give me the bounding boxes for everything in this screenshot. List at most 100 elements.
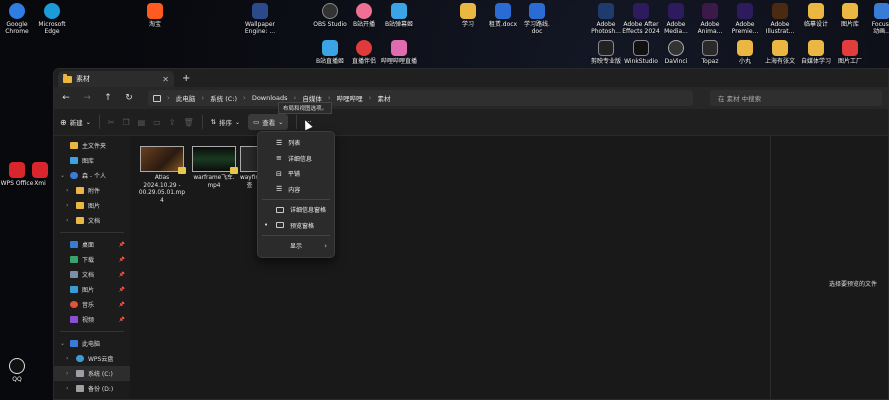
file-explorer-window: 素材 ✕ + ← → ↑ ↻ › 此电脑 › 系统 (C:) › Downloa… [53, 68, 889, 400]
desktop-icon-xmind[interactable]: Xmi [28, 162, 52, 187]
new-tab-button[interactable]: + [182, 73, 190, 84]
sidebar-item-label: 图片 [82, 287, 95, 294]
live-companion-icon [356, 40, 372, 56]
desktop-icon [70, 241, 78, 248]
menu-item-label: 列表 [288, 140, 301, 148]
folder-icon [63, 73, 72, 83]
close-tab-icon[interactable]: ✕ [162, 75, 169, 84]
desktop-icon-study-folder[interactable]: 学习 [448, 3, 488, 28]
back-button[interactable]: ← [60, 93, 72, 103]
menu-item-show[interactable]: 显示 › [258, 238, 334, 254]
preview-pane: 选择要预览的文件 [770, 136, 888, 399]
search-input[interactable]: 在 素材 中搜索 [710, 90, 882, 106]
cloud-icon [76, 355, 84, 362]
desktop-icon-qq[interactable]: QQ [0, 358, 37, 383]
pin-icon[interactable]: 📌 [119, 287, 125, 293]
pin-icon[interactable]: 📌 [119, 272, 125, 278]
breadcrumb-separator: › [243, 94, 246, 102]
share-icon[interactable]: ⇪ [169, 118, 176, 127]
up-button[interactable]: ↑ [102, 93, 114, 103]
menu-item-list[interactable]: ☰ 列表 [258, 135, 334, 151]
desktop-icon-bilibili-danmaku[interactable]: B站弹幕姬 [379, 3, 419, 28]
sort-button[interactable]: ⇅ 排序 ⌄ [211, 117, 240, 127]
animate-icon [702, 3, 718, 19]
sidebar-item-onedrive[interactable]: ⌄ 森 - 个人 [54, 168, 130, 183]
menu-item-label: 详细信息窗格 [290, 207, 327, 215]
xmind-icon [32, 162, 48, 178]
menu-item-preview-pane[interactable]: • 预览窗格 [258, 218, 334, 234]
sidebar-item-downloads[interactable]: 下载 📌 [54, 252, 130, 267]
sidebar-item-videos[interactable]: 视频 📌 [54, 312, 130, 327]
sidebar-item-home[interactable]: 主文件夹 [54, 138, 130, 153]
menu-item-tiles[interactable]: ⊟ 平铺 [258, 166, 334, 182]
desktop-icon-illustrator[interactable]: Adobe Illustrat... [760, 3, 800, 35]
desktop-icon-xiaowan-folder[interactable]: 小丸 [725, 40, 765, 65]
file-item-atlas[interactable]: Atlas 2024.10.29 - 00.29.05.01.mp 4 [136, 146, 188, 205]
pin-icon[interactable]: 📌 [119, 257, 125, 263]
chevron-down-icon: ⌄ [85, 118, 91, 126]
desktop-icon-topaz[interactable]: Topaz [690, 40, 730, 65]
desktop-icon-wallpaper-engine[interactable]: Wallpaper Engine: ... [240, 3, 280, 35]
sidebar-item-pictures[interactable]: 图片 📌 [54, 282, 130, 297]
pin-icon[interactable]: 📌 [119, 317, 125, 323]
desktop-icon-premiere[interactable]: Adobe Premie... [725, 3, 765, 35]
music-icon [70, 301, 78, 308]
details-pane-icon [276, 206, 284, 213]
breadcrumb-separator: › [327, 94, 331, 102]
menu-item-content[interactable]: ☰ 内容 [258, 182, 334, 198]
delete-icon[interactable]: 🗑 [183, 118, 193, 127]
desktop-icon-bilibili-broadcast[interactable]: 哔哩哔哩直播 [379, 40, 419, 65]
paste-icon[interactable]: ▤ [138, 118, 146, 127]
copy-icon[interactable]: ❐ [122, 118, 129, 127]
sidebar-item-attachments[interactable]: › 附件 [54, 183, 130, 198]
sidebar-item-wps-cloud[interactable]: › WPS云盘 [54, 351, 130, 366]
desktop-icon-after-effects[interactable]: Adobe After Effects 2024 [621, 3, 661, 35]
menu-item-details-pane[interactable]: 详细信息窗格 [258, 202, 334, 218]
desktop-icon-study-route-doc[interactable]: 学习路线. doc [517, 3, 557, 35]
new-label: 新建 [69, 119, 83, 127]
sidebar-item-documents[interactable]: 文档 📌 [54, 267, 130, 282]
sidebar-item-documents-cloud[interactable]: › 文档 [54, 213, 130, 228]
pin-icon[interactable]: 📌 [119, 302, 125, 308]
menu-item-label: 平铺 [287, 171, 300, 179]
refresh-button[interactable]: ↻ [123, 93, 135, 103]
new-button[interactable]: ⊕ 新建 ⌄ [60, 117, 91, 128]
sidebar-item-gallery[interactable]: 图库 [54, 153, 130, 168]
desktop-icon-focusky[interactable]: Focusk 动画... [862, 3, 889, 35]
pin-icon[interactable]: 📌 [119, 242, 125, 248]
desktop-icon-edge[interactable]: Microsoft Edge [32, 3, 72, 35]
breadcrumb-system-c[interactable]: 系统 (C:) [210, 93, 237, 103]
focusky-icon [874, 3, 889, 19]
breadcrumb-this-pc[interactable]: 此电脑 [176, 93, 196, 103]
view-button[interactable]: ▭ 查看 ⌄ [248, 114, 289, 130]
sidebar-item-pictures-cloud[interactable]: › 图片 [54, 198, 130, 213]
sidebar-item-system-c[interactable]: › 系统 (C:) [54, 366, 130, 381]
address-bar[interactable]: › 此电脑 › 系统 (C:) › Downloads › 自媒体 › 哔哩哔哩… [148, 90, 693, 106]
tab-sucai[interactable]: 素材 ✕ [58, 71, 174, 87]
desktop-icon-winkstudio[interactable]: WinkStudio [621, 40, 661, 65]
desktop-icon-image-factory[interactable]: 图片工厂 [830, 40, 870, 65]
breadcrumb-sucai[interactable]: 素材 [377, 93, 390, 103]
desktop-icon-taobao[interactable]: 淘宝 [135, 3, 175, 28]
sidebar-item-backup-d[interactable]: › 备份 (D:) [54, 381, 130, 396]
rename-icon[interactable]: ▭ [153, 118, 161, 127]
file-item-warframe[interactable]: warframe飞车. mp4 [188, 146, 240, 190]
premiere-icon [737, 3, 753, 19]
breadcrumb-bilibili[interactable]: 哔哩哔哩 [337, 93, 363, 103]
desktop-icon-bilibili-live[interactable]: B站开播 [344, 3, 384, 28]
desktop-icon-jianying[interactable]: 剪映专业版 [586, 40, 626, 65]
breadcrumb-downloads[interactable]: Downloads [252, 94, 288, 102]
menu-item-details[interactable]: ≡ 详细信息 [258, 151, 334, 167]
sidebar-item-this-pc[interactable]: ⌄ 此电脑 [54, 336, 130, 351]
desktop-icon-shanghai-folder[interactable]: 上海有张文 [760, 40, 800, 65]
desktop-icon-animate[interactable]: Adobe Anima... [690, 3, 730, 35]
desktop-icon-live-companion[interactable]: 直播伴侣 [344, 40, 384, 65]
breadcrumb-separator: › [201, 94, 205, 102]
file-list: Atlas 2024.10.29 - 00.29.05.01.mp 4 warf… [130, 136, 770, 399]
sidebar-item-desktop[interactable]: 桌面 📌 [54, 237, 130, 252]
desktop-icon-photoshop[interactable]: Adobe Photosh... [586, 3, 626, 35]
cut-icon[interactable]: ✂ [108, 118, 115, 127]
sidebar-item-music[interactable]: 音乐 📌 [54, 297, 130, 312]
forward-button[interactable]: → [81, 93, 93, 103]
word-doc-icon [495, 3, 511, 19]
